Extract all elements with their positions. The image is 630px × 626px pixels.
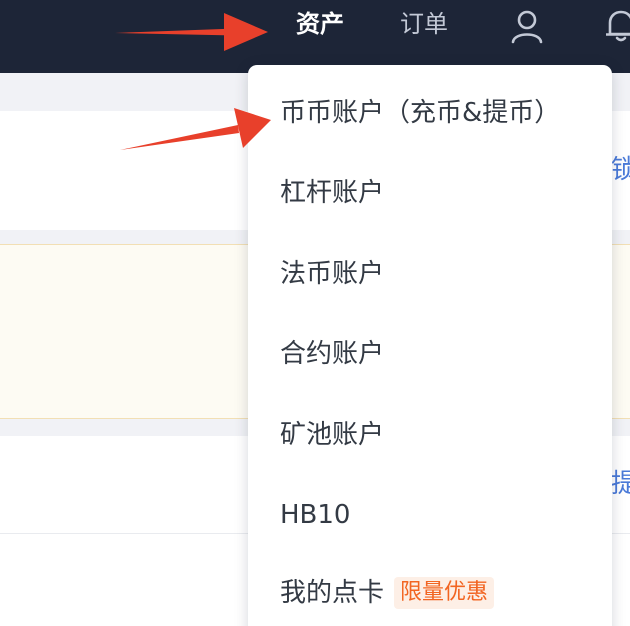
menu-item-contract-account[interactable]: 合约账户 [280, 334, 384, 374]
promo-badge: 限量优惠 [394, 577, 495, 609]
withdraw-link-clipped[interactable]: 提 [611, 467, 630, 501]
top-nav-bar: 资产 订单 [0, 0, 630, 73]
nav-assets[interactable]: 资产 [296, 8, 344, 40]
menu-item-hb10[interactable]: HB10 [280, 495, 350, 535]
menu-item-margin-account[interactable]: 杠杆账户 [280, 173, 384, 213]
menu-item-spot-account[interactable]: 币币账户（充币&提币） [280, 93, 560, 133]
menu-item-point-card[interactable]: 我的点卡 限量优惠 [280, 573, 495, 613]
menu-item-pool-account[interactable]: 矿池账户 [280, 415, 384, 455]
bell-icon[interactable] [604, 6, 630, 44]
lock-link-clipped[interactable]: 锁 [611, 153, 630, 187]
user-icon[interactable] [509, 8, 545, 44]
menu-item-point-card-label: 我的点卡 [280, 578, 385, 608]
assets-dropdown-menu: 币币账户（充币&提币） 杠杆账户 法币账户 合约账户 矿池账户 HB10 我的点… [248, 65, 612, 626]
nav-orders[interactable]: 订单 [400, 8, 448, 40]
menu-item-fiat-account[interactable]: 法币账户 [280, 254, 384, 294]
